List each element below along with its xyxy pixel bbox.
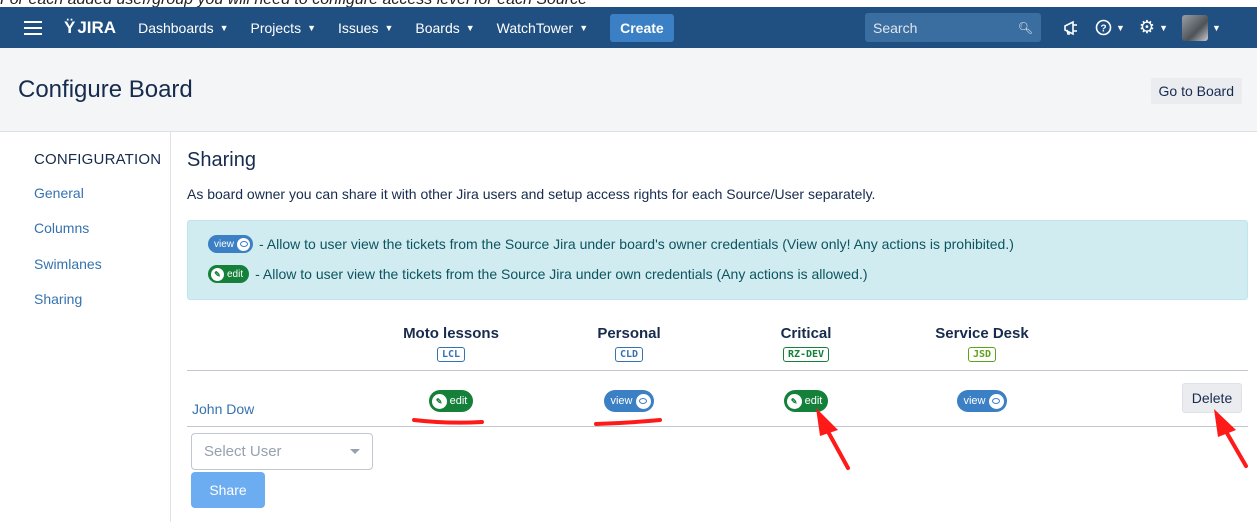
- page-header: Configure Board Go to Board: [0, 48, 1257, 132]
- page-title: Configure Board: [18, 76, 193, 103]
- nav-projects-label: Projects: [250, 19, 302, 36]
- gear-icon[interactable]: ⚙︎ ▼: [1139, 17, 1168, 38]
- nav-icon-group: ? ▼ ⚙︎ ▼ ▼: [1063, 7, 1221, 48]
- underline-annotation: [594, 418, 662, 426]
- source-name: Service Desk: [935, 325, 1029, 342]
- column-header: Personal CLD: [559, 325, 699, 362]
- access-label: edit: [449, 395, 468, 407]
- sidebar-item-columns[interactable]: Columns: [34, 220, 89, 236]
- nav-issues-label: Issues: [338, 19, 379, 36]
- chevron-down-icon: ▼: [384, 22, 394, 33]
- search-icon: 🔍︎: [1017, 20, 1033, 35]
- column-header: Service Desk JSD: [912, 325, 1052, 362]
- edit-toggle[interactable]: ✎ edit: [428, 390, 474, 412]
- nav-watchtower[interactable]: WatchTower ▼: [497, 20, 588, 36]
- nav-issues[interactable]: Issues ▼: [338, 20, 393, 36]
- access-label: view: [963, 395, 986, 407]
- logo-text: JIRA: [77, 17, 117, 37]
- source-name: Moto lessons: [403, 325, 499, 342]
- sidebar-heading: CONFIGURATION: [34, 151, 162, 168]
- search-input[interactable]: Search 🔍︎: [865, 13, 1041, 42]
- column-header: Critical RZ-DEV: [736, 325, 876, 362]
- table-divider: [187, 370, 1248, 371]
- sidebar-item-general[interactable]: General: [34, 185, 84, 201]
- underline-annotation: [412, 418, 484, 425]
- arrow-annotation: [816, 408, 850, 470]
- table-divider: [187, 426, 1248, 427]
- source-key: CLD: [614, 347, 644, 362]
- chevron-down-icon: ▼: [1116, 22, 1125, 33]
- nav-projects[interactable]: Projects ▼: [251, 20, 317, 36]
- search-placeholder: Search: [873, 19, 918, 36]
- delete-button[interactable]: Delete: [1182, 383, 1242, 413]
- select-placeholder: Select User: [204, 443, 282, 460]
- jira-logo[interactable]: Ÿ JIRA: [64, 18, 116, 38]
- column-header: Moto lessons LCL: [381, 325, 521, 362]
- create-button[interactable]: Create: [610, 13, 674, 42]
- source-name: Personal: [597, 325, 661, 342]
- access-label: view: [610, 395, 633, 407]
- view-toggle[interactable]: view: [957, 390, 1007, 412]
- sidebar-item-swimlanes[interactable]: Swimlanes: [34, 256, 102, 272]
- info-box: view - Allow to user view the tickets fr…: [187, 220, 1248, 300]
- svg-text:?: ?: [1100, 24, 1106, 35]
- menu-icon[interactable]: [24, 20, 42, 35]
- chevron-down-icon: [350, 449, 360, 454]
- view-badge-label: view: [214, 238, 235, 250]
- section-description: As board owner you can share it with oth…: [187, 186, 876, 202]
- pencil-icon: ✎: [431, 393, 447, 409]
- nav-dashboards-label: Dashboards: [138, 19, 214, 36]
- chevron-down-icon: ▼: [1159, 22, 1168, 33]
- source-key: JSD: [967, 347, 997, 362]
- config-sidebar: CONFIGURATION General Columns Swimlanes …: [0, 132, 171, 522]
- eye-icon: [988, 393, 1004, 409]
- top-navbar: Ÿ JIRA Dashboards ▼ Projects ▼ Issues ▼ Boa…: [0, 7, 1257, 48]
- source-key: RZ-DEV: [782, 347, 830, 362]
- chevron-down-icon: ▼: [219, 22, 229, 33]
- user-menu[interactable]: ▼: [1181, 14, 1221, 41]
- access-cell: ✎ edit: [381, 390, 521, 412]
- nav-watchtower-label: WatchTower: [496, 19, 574, 36]
- edit-toggle[interactable]: ✎ edit: [783, 390, 829, 412]
- row-user-name[interactable]: John Dow: [192, 401, 254, 417]
- jira-mark-icon: Ÿ: [64, 17, 76, 37]
- arrow-annotation: [1214, 409, 1248, 468]
- info-view-line: view - Allow to user view the tickets fr…: [208, 235, 1014, 253]
- access-cell: view: [559, 390, 699, 412]
- chevron-down-icon: ▼: [579, 22, 589, 33]
- source-key: LCL: [436, 347, 466, 362]
- nav-dashboards[interactable]: Dashboards ▼: [138, 20, 228, 36]
- nav-boards[interactable]: Boards ▼: [415, 20, 474, 36]
- info-view-text: - Allow to user view the tickets from th…: [259, 236, 1014, 252]
- info-edit-text: - Allow to user view the tickets from th…: [255, 266, 868, 282]
- chevron-down-icon: ▼: [465, 22, 475, 33]
- chevron-down-icon: ▼: [307, 22, 316, 33]
- source-name: Critical: [780, 325, 832, 342]
- select-user-dropdown[interactable]: Select User: [191, 433, 373, 470]
- help-icon[interactable]: ? ▼: [1095, 19, 1125, 36]
- sidebar-item-sharing[interactable]: Sharing: [34, 291, 82, 307]
- info-edit-line: ✎ edit - Allow to user view the tickets f…: [208, 265, 868, 283]
- pencil-icon: ✎: [786, 393, 802, 409]
- pencil-icon: ✎: [211, 267, 224, 281]
- edit-badge: ✎ edit: [208, 265, 250, 283]
- go-to-board-button[interactable]: Go to Board: [1149, 77, 1243, 105]
- access-cell: view: [912, 390, 1052, 412]
- view-badge: view: [208, 235, 254, 253]
- edit-badge-label: edit: [227, 268, 244, 280]
- megaphone-icon[interactable]: [1063, 20, 1081, 36]
- share-button[interactable]: Share: [191, 472, 265, 508]
- eye-icon: [635, 393, 651, 409]
- eye-icon: [237, 237, 251, 251]
- avatar: [1181, 14, 1208, 41]
- chevron-down-icon: ▼: [1211, 22, 1221, 33]
- access-cell: ✎ edit: [736, 390, 876, 412]
- section-title: Sharing: [187, 149, 256, 171]
- nav-boards-label: Boards: [415, 19, 460, 36]
- view-toggle[interactable]: view: [604, 390, 654, 412]
- access-label: edit: [804, 395, 823, 407]
